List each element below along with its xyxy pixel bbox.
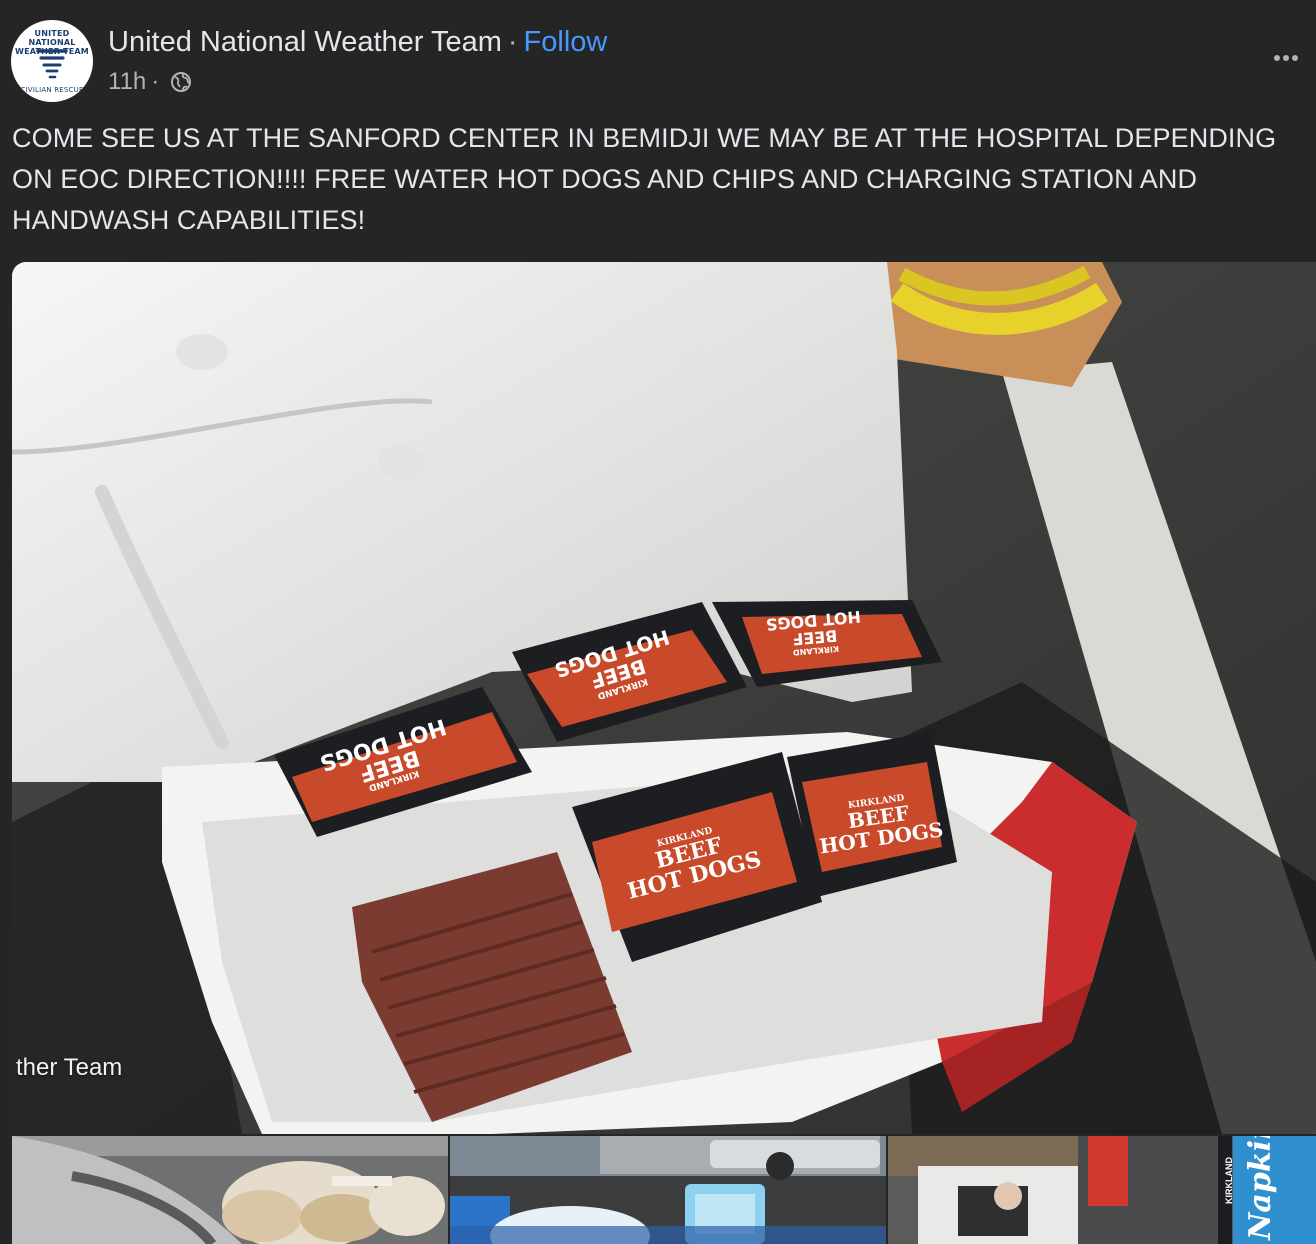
post-header-line: United National Weather Team · Follow [108,26,607,59]
more-dot [1274,55,1280,61]
follow-button[interactable]: Follow [524,26,608,58]
post-timestamp[interactable]: 11h [108,68,146,96]
page-avatar[interactable]: UNITED NATIONAL WEATHER TEAM CIVILIAN RE… [11,20,93,102]
package-label: KIRKLAND BEEF HOT DOGS [765,607,863,659]
bread-bags-thumbnail [12,1136,448,1244]
post-main-photo[interactable]: KIRKLAND BEEF HOT DOGS KIRKLAND BEEF HOT… [12,262,1316,1134]
more-dot [1292,55,1298,61]
thumbnail-product-label: Napkin [1243,1136,1278,1240]
post-meta: 11h · [108,68,192,96]
more-dot [1283,55,1289,61]
meta-separator: · [151,68,160,95]
thumbnail-3[interactable]: KIRKLAND Napkin [888,1136,1316,1244]
thumbnail-1[interactable] [12,1136,448,1244]
facebook-post: UNITED NATIONAL WEATHER TEAM CIVILIAN RE… [0,0,1316,1244]
thumbnail-brand-label: KIRKLAND [1224,1157,1234,1204]
name-separator: · [507,26,518,58]
post-body-text: COME SEE US AT THE SANFORD CENTER IN BEM… [12,123,1277,235]
more-options-icon[interactable] [1268,44,1304,72]
cooler-photo-illustration [12,262,1316,1134]
globe-icon[interactable] [170,71,192,93]
photo-watermark: ther Team [16,1054,123,1081]
ice-water-thumbnail [450,1136,886,1244]
tornado-icon [36,49,68,79]
thumbnail-2[interactable] [450,1136,886,1244]
photo-thumbnail-strip: KIRKLAND Napkin [12,1136,1316,1244]
avatar-ring-text-bottom: CIVILIAN RESCUE [20,86,84,94]
page-name-link[interactable]: United National Weather Team [108,26,502,58]
